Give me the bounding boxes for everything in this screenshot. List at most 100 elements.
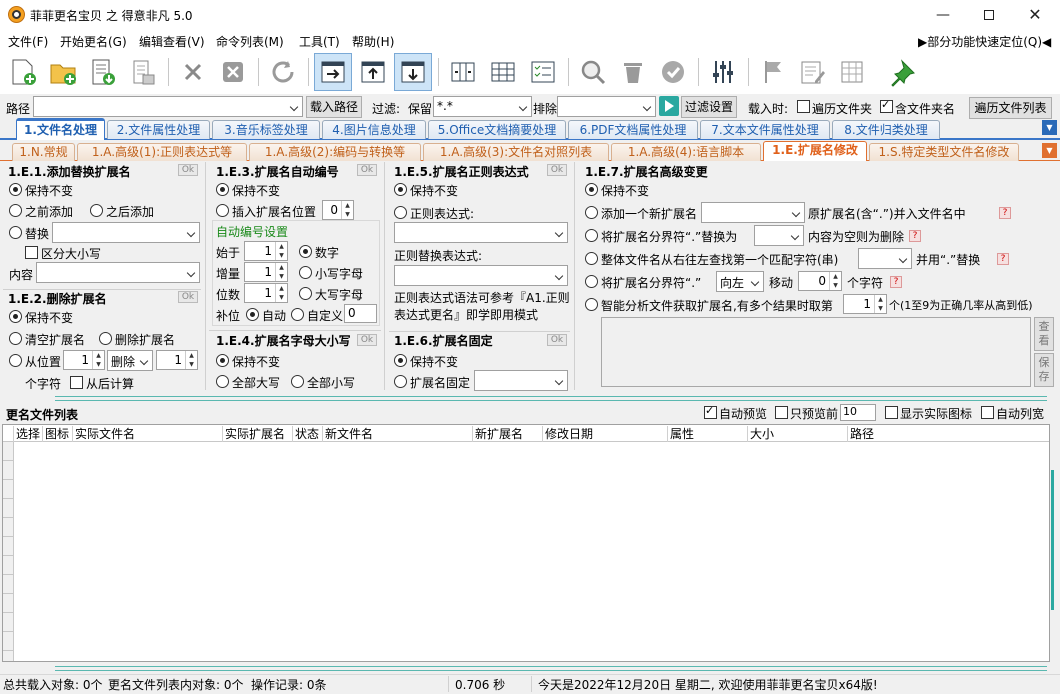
e7-move-help-icon[interactable]: ? bbox=[890, 276, 902, 288]
e7-view-button[interactable]: 查看 bbox=[1034, 317, 1054, 351]
e4-keep-radio[interactable] bbox=[216, 354, 229, 367]
menu-command-list[interactable]: 命令列表(M) bbox=[216, 33, 284, 50]
exclude-filter-input[interactable] bbox=[557, 96, 656, 117]
e7-add-new-radio[interactable] bbox=[585, 206, 598, 219]
e7-smart-radio[interactable] bbox=[585, 298, 598, 311]
subtab-regex[interactable]: 1.A.高级(1):正则表达式等 bbox=[77, 143, 247, 161]
auto-width-checkbox[interactable] bbox=[981, 406, 994, 419]
e7-replace-sep-input[interactable] bbox=[754, 225, 804, 246]
panel-e4-ok-button[interactable]: Ok bbox=[357, 334, 377, 346]
e7-move-spinner[interactable]: 0 ▲ ▼ bbox=[798, 271, 842, 291]
filter-settings-button[interactable]: 过滤设置 bbox=[681, 96, 737, 118]
move-up-icon[interactable] bbox=[354, 53, 392, 91]
tab-file-classify[interactable]: 8.文件归类处理 bbox=[832, 120, 940, 139]
subtab-specific-type[interactable]: 1.S.特定类型文件名修改 bbox=[869, 143, 1019, 161]
e1-add-after-radio[interactable] bbox=[90, 204, 103, 217]
refresh-icon[interactable] bbox=[264, 53, 302, 91]
e7-result-textarea[interactable] bbox=[601, 317, 1031, 387]
e3-insert-radio[interactable] bbox=[216, 204, 229, 217]
column-header-size[interactable]: 大小 bbox=[748, 426, 848, 442]
e4-all-lower-radio[interactable] bbox=[291, 375, 304, 388]
preview-count-input[interactable]: 10 bbox=[840, 404, 876, 421]
e5-regex-radio[interactable] bbox=[394, 206, 407, 219]
menu-help[interactable]: 帮助(H) bbox=[352, 33, 394, 50]
e3-pad-input[interactable]: 0 bbox=[344, 304, 377, 323]
subtab-encoding[interactable]: 1.A.高级(2):编码与转换等 bbox=[249, 143, 421, 161]
column-header-icon[interactable]: 图标 bbox=[43, 426, 73, 442]
e4-all-upper-radio[interactable] bbox=[216, 375, 229, 388]
move-right-icon[interactable] bbox=[314, 53, 352, 91]
e1-add-before-radio[interactable] bbox=[9, 204, 22, 217]
subtab-name-mapping[interactable]: 1.A.高级(3):文件名对照列表 bbox=[423, 143, 609, 161]
e2-delete-select[interactable]: 删除 bbox=[107, 350, 153, 371]
splitter-bottom[interactable] bbox=[55, 666, 1047, 671]
e3-lower-radio[interactable] bbox=[299, 266, 312, 279]
subtab-normal[interactable]: 1.N.常规 bbox=[12, 143, 75, 161]
e7-smart-spinner[interactable]: 1 ▲ ▼ bbox=[843, 294, 887, 314]
tab-filename[interactable]: 1.文件名处理 bbox=[16, 118, 105, 140]
maximize-button[interactable] bbox=[966, 0, 1012, 30]
column-header-new-ext[interactable]: 新扩展名 bbox=[473, 426, 543, 442]
e7-replace-sep-radio[interactable] bbox=[585, 229, 598, 242]
e6-fixed-input[interactable] bbox=[474, 370, 568, 391]
column-header-path[interactable]: 路径 bbox=[848, 426, 1049, 442]
move-down-icon[interactable] bbox=[394, 53, 432, 91]
pin-icon[interactable] bbox=[884, 53, 922, 91]
grid-view-icon[interactable] bbox=[484, 53, 522, 91]
e2-keep-radio[interactable] bbox=[9, 310, 22, 323]
panel-e6-ok-button[interactable]: Ok bbox=[547, 334, 567, 346]
e5-regex-replace-input[interactable] bbox=[394, 265, 568, 286]
e2-from-pos-spinner[interactable]: 1 ▲ ▼ bbox=[63, 350, 105, 370]
path-input[interactable] bbox=[33, 96, 303, 117]
tab-file-attributes[interactable]: 2.文件属性处理 bbox=[107, 120, 210, 139]
new-file-icon[interactable] bbox=[4, 53, 42, 91]
e2-from-pos-radio[interactable] bbox=[9, 354, 22, 367]
menu-tools[interactable]: 工具(T) bbox=[299, 33, 340, 50]
menu-start-rename[interactable]: 开始更名(G) bbox=[60, 33, 127, 50]
e2-from-end-checkbox[interactable] bbox=[70, 376, 83, 389]
keep-filter-input[interactable]: *.* bbox=[433, 96, 532, 117]
main-tabs-dropdown-icon[interactable]: ▼ bbox=[1042, 120, 1057, 135]
edit-document-icon[interactable] bbox=[794, 53, 832, 91]
column-header-modified[interactable]: 修改日期 bbox=[543, 426, 668, 442]
export-list-icon[interactable] bbox=[124, 53, 162, 91]
e7-move-direction-select[interactable]: 向左 bbox=[716, 271, 764, 292]
grid-scrollbar-marker[interactable] bbox=[1051, 470, 1054, 610]
e6-fixed-radio[interactable] bbox=[394, 375, 407, 388]
e5-regex-input[interactable] bbox=[394, 222, 568, 243]
e3-digit-radio[interactable] bbox=[299, 245, 312, 258]
tab-music-tags[interactable]: 3.音乐标签处理 bbox=[212, 120, 320, 139]
load-path-button[interactable]: 载入路径 bbox=[306, 96, 362, 118]
e7-add-new-help-icon[interactable]: ? bbox=[999, 207, 1011, 219]
e1-content-input[interactable] bbox=[36, 262, 200, 283]
panel-e1-ok-button[interactable]: Ok bbox=[178, 164, 198, 176]
import-list-icon[interactable] bbox=[84, 53, 122, 91]
column-header-attributes[interactable]: 属性 bbox=[668, 426, 748, 442]
show-icons-checkbox[interactable] bbox=[885, 406, 898, 419]
e2-delete-count-spinner[interactable]: 1 ▲ ▼ bbox=[156, 350, 198, 370]
flag-icon[interactable] bbox=[754, 53, 792, 91]
e7-move-sep-radio[interactable] bbox=[585, 275, 598, 288]
menu-file[interactable]: 文件(F) bbox=[8, 33, 48, 50]
e7-whole-name-help-icon[interactable]: ? bbox=[997, 253, 1009, 265]
subtab-language-script[interactable]: 1.A.高级(4):语言脚本 bbox=[611, 143, 761, 161]
tab-image-info[interactable]: 4.图片信息处理 bbox=[322, 120, 426, 139]
e2-delete-ext-radio[interactable] bbox=[99, 332, 112, 345]
sub-tabs-dropdown-icon[interactable]: ▼ bbox=[1042, 143, 1057, 158]
e2-clear-ext-radio[interactable] bbox=[9, 332, 22, 345]
preview-only-checkbox[interactable] bbox=[775, 406, 788, 419]
trash-icon[interactable] bbox=[614, 53, 652, 91]
splitter-top[interactable] bbox=[55, 396, 1047, 401]
e7-whole-name-input[interactable] bbox=[858, 248, 912, 269]
menu-edit-view[interactable]: 编辑查看(V) bbox=[139, 33, 205, 50]
tab-office-summary[interactable]: 5.Office文档摘要处理 bbox=[428, 120, 566, 139]
column-header-new-name[interactable]: 新文件名 bbox=[323, 426, 473, 442]
search-icon[interactable] bbox=[574, 53, 612, 91]
swap-columns-icon[interactable] bbox=[444, 53, 482, 91]
minimize-button[interactable]: — bbox=[920, 0, 966, 30]
remove-icon[interactable] bbox=[174, 53, 212, 91]
add-folder-icon[interactable] bbox=[44, 53, 82, 91]
sliders-icon[interactable] bbox=[704, 53, 742, 91]
e7-whole-name-radio[interactable] bbox=[585, 252, 598, 265]
e3-step-spinner[interactable]: 1 ▲ ▼ bbox=[244, 262, 288, 282]
